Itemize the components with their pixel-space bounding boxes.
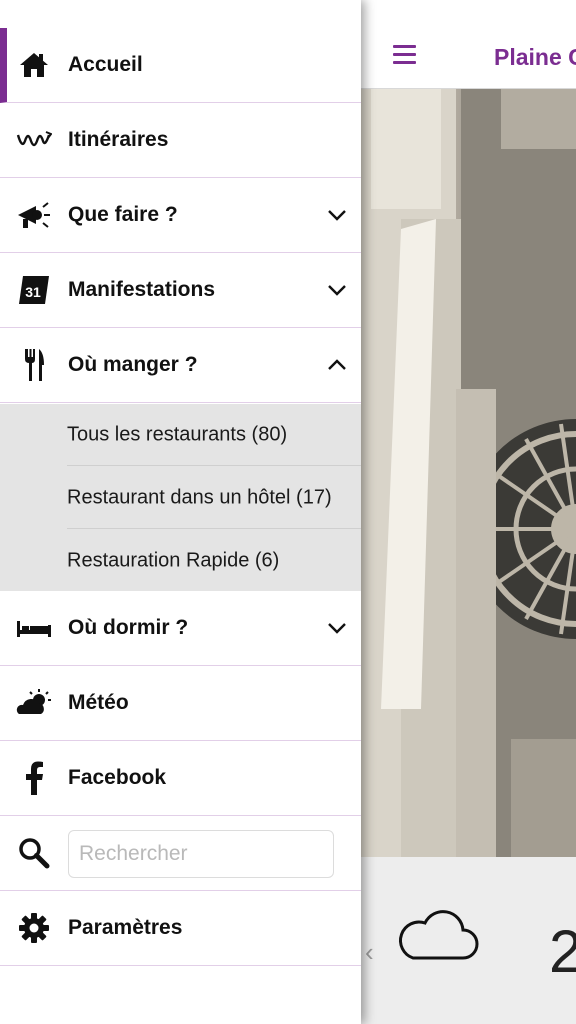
drawer-item-ou-dormir[interactable]: Où dormir ?	[0, 591, 361, 666]
submenu-item-tous-les-restaurants[interactable]: Tous les restaurants (80)	[67, 404, 361, 466]
weather-temperature: 2	[549, 918, 576, 985]
drawer-item-que-faire[interactable]: Que faire ?	[0, 178, 361, 253]
svg-text:31: 31	[25, 284, 41, 300]
submenu-item-label: Tous les restaurants (80)	[67, 423, 288, 445]
drawer-item-facebook[interactable]: Facebook	[0, 741, 361, 816]
gear-icon	[14, 908, 54, 948]
drawer-item-label: Facebook	[68, 766, 167, 789]
weather-bar: ‹ 2	[361, 857, 576, 1024]
megaphone-icon	[14, 195, 54, 235]
drawer-item-manifestations[interactable]: 31 Manifestations	[0, 253, 361, 328]
drawer-item-itineraires[interactable]: Itinéraires	[0, 103, 361, 178]
drawer-item-label: Accueil	[68, 53, 143, 76]
facebook-icon	[14, 758, 54, 798]
calendar-icon: 31	[14, 270, 54, 310]
cloud-icon	[399, 910, 479, 960]
restaurant-submenu: Tous les restaurants (80) Restaurant dan…	[0, 404, 361, 591]
drawer-item-meteo[interactable]: Météo	[0, 666, 361, 741]
drawer-item-label: Paramètres	[68, 916, 183, 939]
navigation-drawer: Accueil Itinéraires Que faire ? 31 Manif…	[0, 0, 361, 1024]
submenu-item-restauration-rapide[interactable]: Restauration Rapide (6)	[67, 530, 361, 592]
search-input[interactable]	[68, 830, 334, 878]
home-icon	[14, 45, 54, 85]
weather-prev-arrow[interactable]: ‹	[365, 937, 374, 968]
bed-icon	[14, 608, 54, 648]
drawer-item-label: Que faire ?	[68, 203, 178, 226]
drawer-item-label: Itinéraires	[68, 128, 169, 151]
hamburger-menu-icon[interactable]	[393, 45, 416, 65]
drawer-item-accueil[interactable]: Accueil	[0, 28, 361, 103]
drawer-item-label: Météo	[68, 691, 129, 714]
cathedral-photo	[361, 89, 576, 857]
cutlery-icon	[14, 345, 54, 385]
drawer-item-label: Où dormir ?	[68, 616, 189, 639]
chevron-down-icon[interactable]	[327, 621, 347, 635]
drawer-item-label: Où manger ?	[68, 353, 198, 376]
submenu-item-label: Restauration Rapide (6)	[67, 549, 280, 572]
submenu-item-restaurant-hotel[interactable]: Restaurant dans un hôtel (17)	[67, 467, 361, 529]
drawer-item-ou-manger[interactable]: Où manger ?	[0, 328, 361, 403]
chevron-up-icon[interactable]	[327, 358, 347, 372]
drawer-search-row	[0, 816, 361, 891]
weather-icon	[14, 683, 54, 723]
chevron-down-icon[interactable]	[327, 208, 347, 222]
route-icon	[14, 120, 54, 160]
drawer-item-parametres[interactable]: Paramètres	[0, 891, 361, 966]
chevron-down-icon[interactable]	[327, 283, 347, 297]
app-header: Plaine C	[361, 0, 576, 89]
drawer-item-label: Manifestations	[68, 278, 216, 301]
search-icon[interactable]	[14, 833, 54, 873]
app-title: Plaine C	[494, 44, 576, 70]
main-app-panel: Plaine C ‹ 2	[361, 0, 576, 1024]
submenu-item-label: Restaurant dans un hôtel (17)	[67, 486, 332, 508]
